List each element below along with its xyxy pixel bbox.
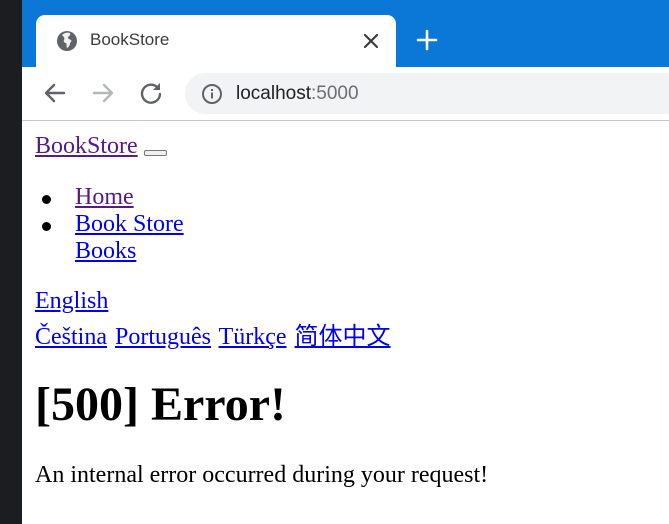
bullet (42, 195, 51, 204)
globe-icon (57, 31, 77, 51)
language-list: Čeština Português Türkçe 简体中文 (35, 316, 393, 351)
tab-strip: BookStore (22, 0, 669, 67)
error-title: [500] Error! (35, 378, 287, 431)
tab-title: BookStore (90, 30, 170, 49)
language-tr[interactable]: Türkçe (219, 324, 287, 350)
nav-item-home: Home (42, 184, 184, 211)
home-link[interactable]: Home (75, 184, 134, 210)
info-icon[interactable] (201, 83, 223, 105)
nav-item-book-store: Book Store (42, 211, 184, 238)
url-host: localhost (236, 83, 311, 104)
books-link[interactable]: Books (75, 238, 136, 264)
nav-list: Home Book Store Books (42, 184, 184, 265)
language-pt[interactable]: Português (115, 324, 211, 350)
forward-arrow-icon[interactable] (89, 79, 117, 107)
language-current[interactable]: English (35, 288, 108, 315)
brand-link[interactable]: BookStore (35, 133, 138, 160)
browser-toolbar: localhost:5000 (22, 67, 669, 121)
browser-tab[interactable]: BookStore (36, 15, 396, 67)
page-content: BookStore Home Book Store Books English … (22, 121, 669, 524)
plus-icon[interactable] (414, 27, 440, 53)
nav-item-books: Books (75, 238, 184, 265)
back-arrow-icon[interactable] (41, 79, 69, 107)
navbar-toggle-button[interactable] (144, 150, 167, 156)
language-zh-hans[interactable]: 简体中文 (295, 324, 391, 350)
error-message: An internal error occurred during your r… (35, 462, 489, 488)
close-icon[interactable] (359, 29, 383, 53)
language-cs[interactable]: Čeština (35, 324, 107, 350)
book-store-link[interactable]: Book Store (75, 211, 184, 237)
bullet (42, 222, 51, 231)
browser-window: BookStore localhost:5000 BookStore Home … (22, 0, 669, 524)
reload-icon[interactable] (137, 79, 165, 107)
url-text: localhost:5000 (236, 83, 359, 105)
url-port: :5000 (311, 83, 359, 104)
address-bar[interactable]: localhost:5000 (185, 73, 669, 114)
